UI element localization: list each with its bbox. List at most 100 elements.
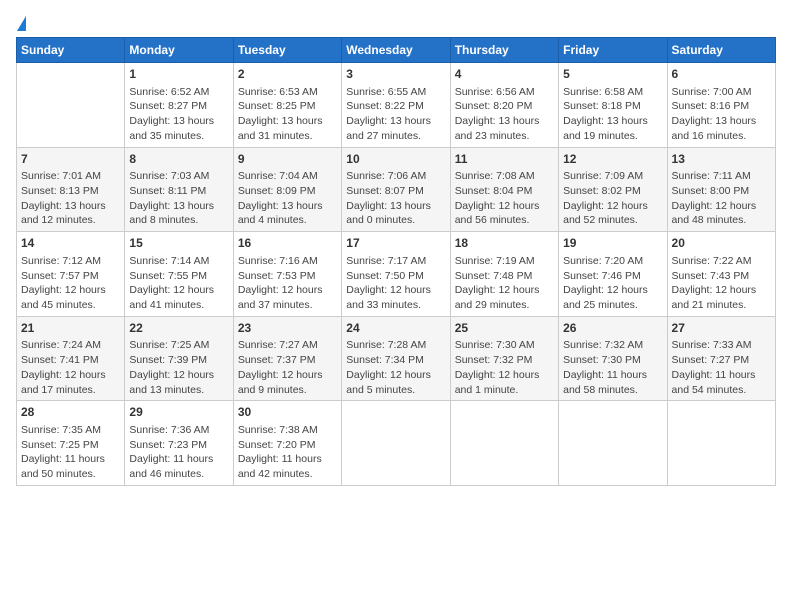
cell-content: Sunrise: 7:12 AM Sunset: 7:57 PM Dayligh… — [21, 254, 120, 313]
cell-content: Sunrise: 7:38 AM Sunset: 7:20 PM Dayligh… — [238, 423, 337, 482]
day-number: 21 — [21, 320, 120, 337]
cell-content: Sunrise: 7:36 AM Sunset: 7:23 PM Dayligh… — [129, 423, 228, 482]
calendar-cell: 21Sunrise: 7:24 AM Sunset: 7:41 PM Dayli… — [17, 316, 125, 401]
calendar-cell: 22Sunrise: 7:25 AM Sunset: 7:39 PM Dayli… — [125, 316, 233, 401]
calendar-cell: 25Sunrise: 7:30 AM Sunset: 7:32 PM Dayli… — [450, 316, 558, 401]
calendar-cell: 1 Sunrise: 6:52 AM Sunset: 8:27 PM Daylig… — [125, 63, 233, 148]
day-number: 22 — [129, 320, 228, 337]
day-number: 3 — [346, 66, 445, 83]
header-friday: Friday — [559, 38, 667, 63]
day-number: 5 — [563, 66, 662, 83]
calendar-cell: 24Sunrise: 7:28 AM Sunset: 7:34 PM Dayli… — [342, 316, 450, 401]
day-number: 26 — [563, 320, 662, 337]
day-number: 24 — [346, 320, 445, 337]
week-row-5: 28 Sunrise: 7:35 AM Sunset: 7:25 PM Dayli… — [17, 401, 776, 486]
day-number: 23 — [238, 320, 337, 337]
day-number: 4 — [455, 66, 554, 83]
calendar-cell: 12Sunrise: 7:09 AM Sunset: 8:02 PM Dayli… — [559, 147, 667, 232]
cell-content: Sunrise: 7:06 AM Sunset: 8:07 PM Dayligh… — [346, 169, 445, 228]
header-sunday: Sunday — [17, 38, 125, 63]
cell-content: Sunrise: 7:24 AM Sunset: 7:41 PM Dayligh… — [21, 338, 120, 397]
week-row-3: 14 Sunrise: 7:12 AM Sunset: 7:57 PM Dayli… — [17, 232, 776, 317]
calendar-cell: 27Sunrise: 7:33 AM Sunset: 7:27 PM Dayli… — [667, 316, 775, 401]
calendar-cell: 23Sunrise: 7:27 AM Sunset: 7:37 PM Dayli… — [233, 316, 341, 401]
cell-content: Sunrise: 7:09 AM Sunset: 8:02 PM Dayligh… — [563, 169, 662, 228]
calendar-cell — [667, 401, 775, 486]
calendar-cell: 10Sunrise: 7:06 AM Sunset: 8:07 PM Dayli… — [342, 147, 450, 232]
calendar-cell: 13Sunrise: 7:11 AM Sunset: 8:00 PM Dayli… — [667, 147, 775, 232]
week-row-2: 7Sunrise: 7:01 AM Sunset: 8:13 PM Daylig… — [17, 147, 776, 232]
cell-content: Sunrise: 6:52 AM Sunset: 8:27 PM Dayligh… — [129, 85, 228, 144]
calendar-cell — [559, 401, 667, 486]
calendar-cell: 15 Sunrise: 7:14 AM Sunset: 7:55 PM Dayli… — [125, 232, 233, 317]
day-number: 25 — [455, 320, 554, 337]
header-thursday: Thursday — [450, 38, 558, 63]
calendar-table: SundayMondayTuesdayWednesdayThursdayFrid… — [16, 37, 776, 486]
cell-content: Sunrise: 7:04 AM Sunset: 8:09 PM Dayligh… — [238, 169, 337, 228]
calendar-cell — [450, 401, 558, 486]
cell-content: Sunrise: 6:56 AM Sunset: 8:20 PM Dayligh… — [455, 85, 554, 144]
day-number: 9 — [238, 151, 337, 168]
calendar-cell: 6 Sunrise: 7:00 AM Sunset: 8:16 PM Daylig… — [667, 63, 775, 148]
calendar-cell: 5 Sunrise: 6:58 AM Sunset: 8:18 PM Daylig… — [559, 63, 667, 148]
day-number: 14 — [21, 235, 120, 252]
day-number: 17 — [346, 235, 445, 252]
calendar-cell — [17, 63, 125, 148]
logo-triangle-icon — [17, 16, 26, 31]
calendar-cell: 18Sunrise: 7:19 AM Sunset: 7:48 PM Dayli… — [450, 232, 558, 317]
calendar-cell: 4 Sunrise: 6:56 AM Sunset: 8:20 PM Daylig… — [450, 63, 558, 148]
day-number: 28 — [21, 404, 120, 421]
day-number: 19 — [563, 235, 662, 252]
day-number: 27 — [672, 320, 771, 337]
calendar-cell: 30 Sunrise: 7:38 AM Sunset: 7:20 PM Dayli… — [233, 401, 341, 486]
calendar-cell: 17Sunrise: 7:17 AM Sunset: 7:50 PM Dayli… — [342, 232, 450, 317]
cell-content: Sunrise: 7:25 AM Sunset: 7:39 PM Dayligh… — [129, 338, 228, 397]
cell-content: Sunrise: 7:03 AM Sunset: 8:11 PM Dayligh… — [129, 169, 228, 228]
cell-content: Sunrise: 7:35 AM Sunset: 7:25 PM Dayligh… — [21, 423, 120, 482]
day-number: 1 — [129, 66, 228, 83]
calendar-cell: 7Sunrise: 7:01 AM Sunset: 8:13 PM Daylig… — [17, 147, 125, 232]
cell-content: Sunrise: 6:58 AM Sunset: 8:18 PM Dayligh… — [563, 85, 662, 144]
cell-content: Sunrise: 6:55 AM Sunset: 8:22 PM Dayligh… — [346, 85, 445, 144]
day-number: 11 — [455, 151, 554, 168]
header-wednesday: Wednesday — [342, 38, 450, 63]
day-number: 7 — [21, 151, 120, 168]
calendar-cell: 2 Sunrise: 6:53 AM Sunset: 8:25 PM Daylig… — [233, 63, 341, 148]
cell-content: Sunrise: 7:01 AM Sunset: 8:13 PM Dayligh… — [21, 169, 120, 228]
day-number: 30 — [238, 404, 337, 421]
calendar-cell: 8Sunrise: 7:03 AM Sunset: 8:11 PM Daylig… — [125, 147, 233, 232]
day-number: 20 — [672, 235, 771, 252]
cell-content: Sunrise: 7:16 AM Sunset: 7:53 PM Dayligh… — [238, 254, 337, 313]
calendar-cell: 9Sunrise: 7:04 AM Sunset: 8:09 PM Daylig… — [233, 147, 341, 232]
day-number: 2 — [238, 66, 337, 83]
calendar-cell: 3 Sunrise: 6:55 AM Sunset: 8:22 PM Daylig… — [342, 63, 450, 148]
cell-content: Sunrise: 7:08 AM Sunset: 8:04 PM Dayligh… — [455, 169, 554, 228]
day-number: 12 — [563, 151, 662, 168]
day-number: 18 — [455, 235, 554, 252]
day-number: 8 — [129, 151, 228, 168]
day-number: 16 — [238, 235, 337, 252]
week-row-4: 21Sunrise: 7:24 AM Sunset: 7:41 PM Dayli… — [17, 316, 776, 401]
calendar-cell: 20Sunrise: 7:22 AM Sunset: 7:43 PM Dayli… — [667, 232, 775, 317]
cell-content: Sunrise: 7:00 AM Sunset: 8:16 PM Dayligh… — [672, 85, 771, 144]
week-row-1: 1 Sunrise: 6:52 AM Sunset: 8:27 PM Daylig… — [17, 63, 776, 148]
calendar-cell: 19 Sunrise: 7:20 AM Sunset: 7:46 PM Dayli… — [559, 232, 667, 317]
day-number: 6 — [672, 66, 771, 83]
day-number: 15 — [129, 235, 228, 252]
calendar-cell: 16 Sunrise: 7:16 AM Sunset: 7:53 PM Dayli… — [233, 232, 341, 317]
cell-content: Sunrise: 7:27 AM Sunset: 7:37 PM Dayligh… — [238, 338, 337, 397]
cell-content: Sunrise: 6:53 AM Sunset: 8:25 PM Dayligh… — [238, 85, 337, 144]
cell-content: Sunrise: 7:30 AM Sunset: 7:32 PM Dayligh… — [455, 338, 554, 397]
day-number: 29 — [129, 404, 228, 421]
header-saturday: Saturday — [667, 38, 775, 63]
calendar-cell: 28 Sunrise: 7:35 AM Sunset: 7:25 PM Dayli… — [17, 401, 125, 486]
header-row: SundayMondayTuesdayWednesdayThursdayFrid… — [17, 38, 776, 63]
cell-content: Sunrise: 7:32 AM Sunset: 7:30 PM Dayligh… — [563, 338, 662, 397]
cell-content: Sunrise: 7:20 AM Sunset: 7:46 PM Dayligh… — [563, 254, 662, 313]
header-tuesday: Tuesday — [233, 38, 341, 63]
calendar-cell: 29 Sunrise: 7:36 AM Sunset: 7:23 PM Dayli… — [125, 401, 233, 486]
cell-content: Sunrise: 7:11 AM Sunset: 8:00 PM Dayligh… — [672, 169, 771, 228]
calendar-cell: 26Sunrise: 7:32 AM Sunset: 7:30 PM Dayli… — [559, 316, 667, 401]
day-number: 10 — [346, 151, 445, 168]
cell-content: Sunrise: 7:14 AM Sunset: 7:55 PM Dayligh… — [129, 254, 228, 313]
